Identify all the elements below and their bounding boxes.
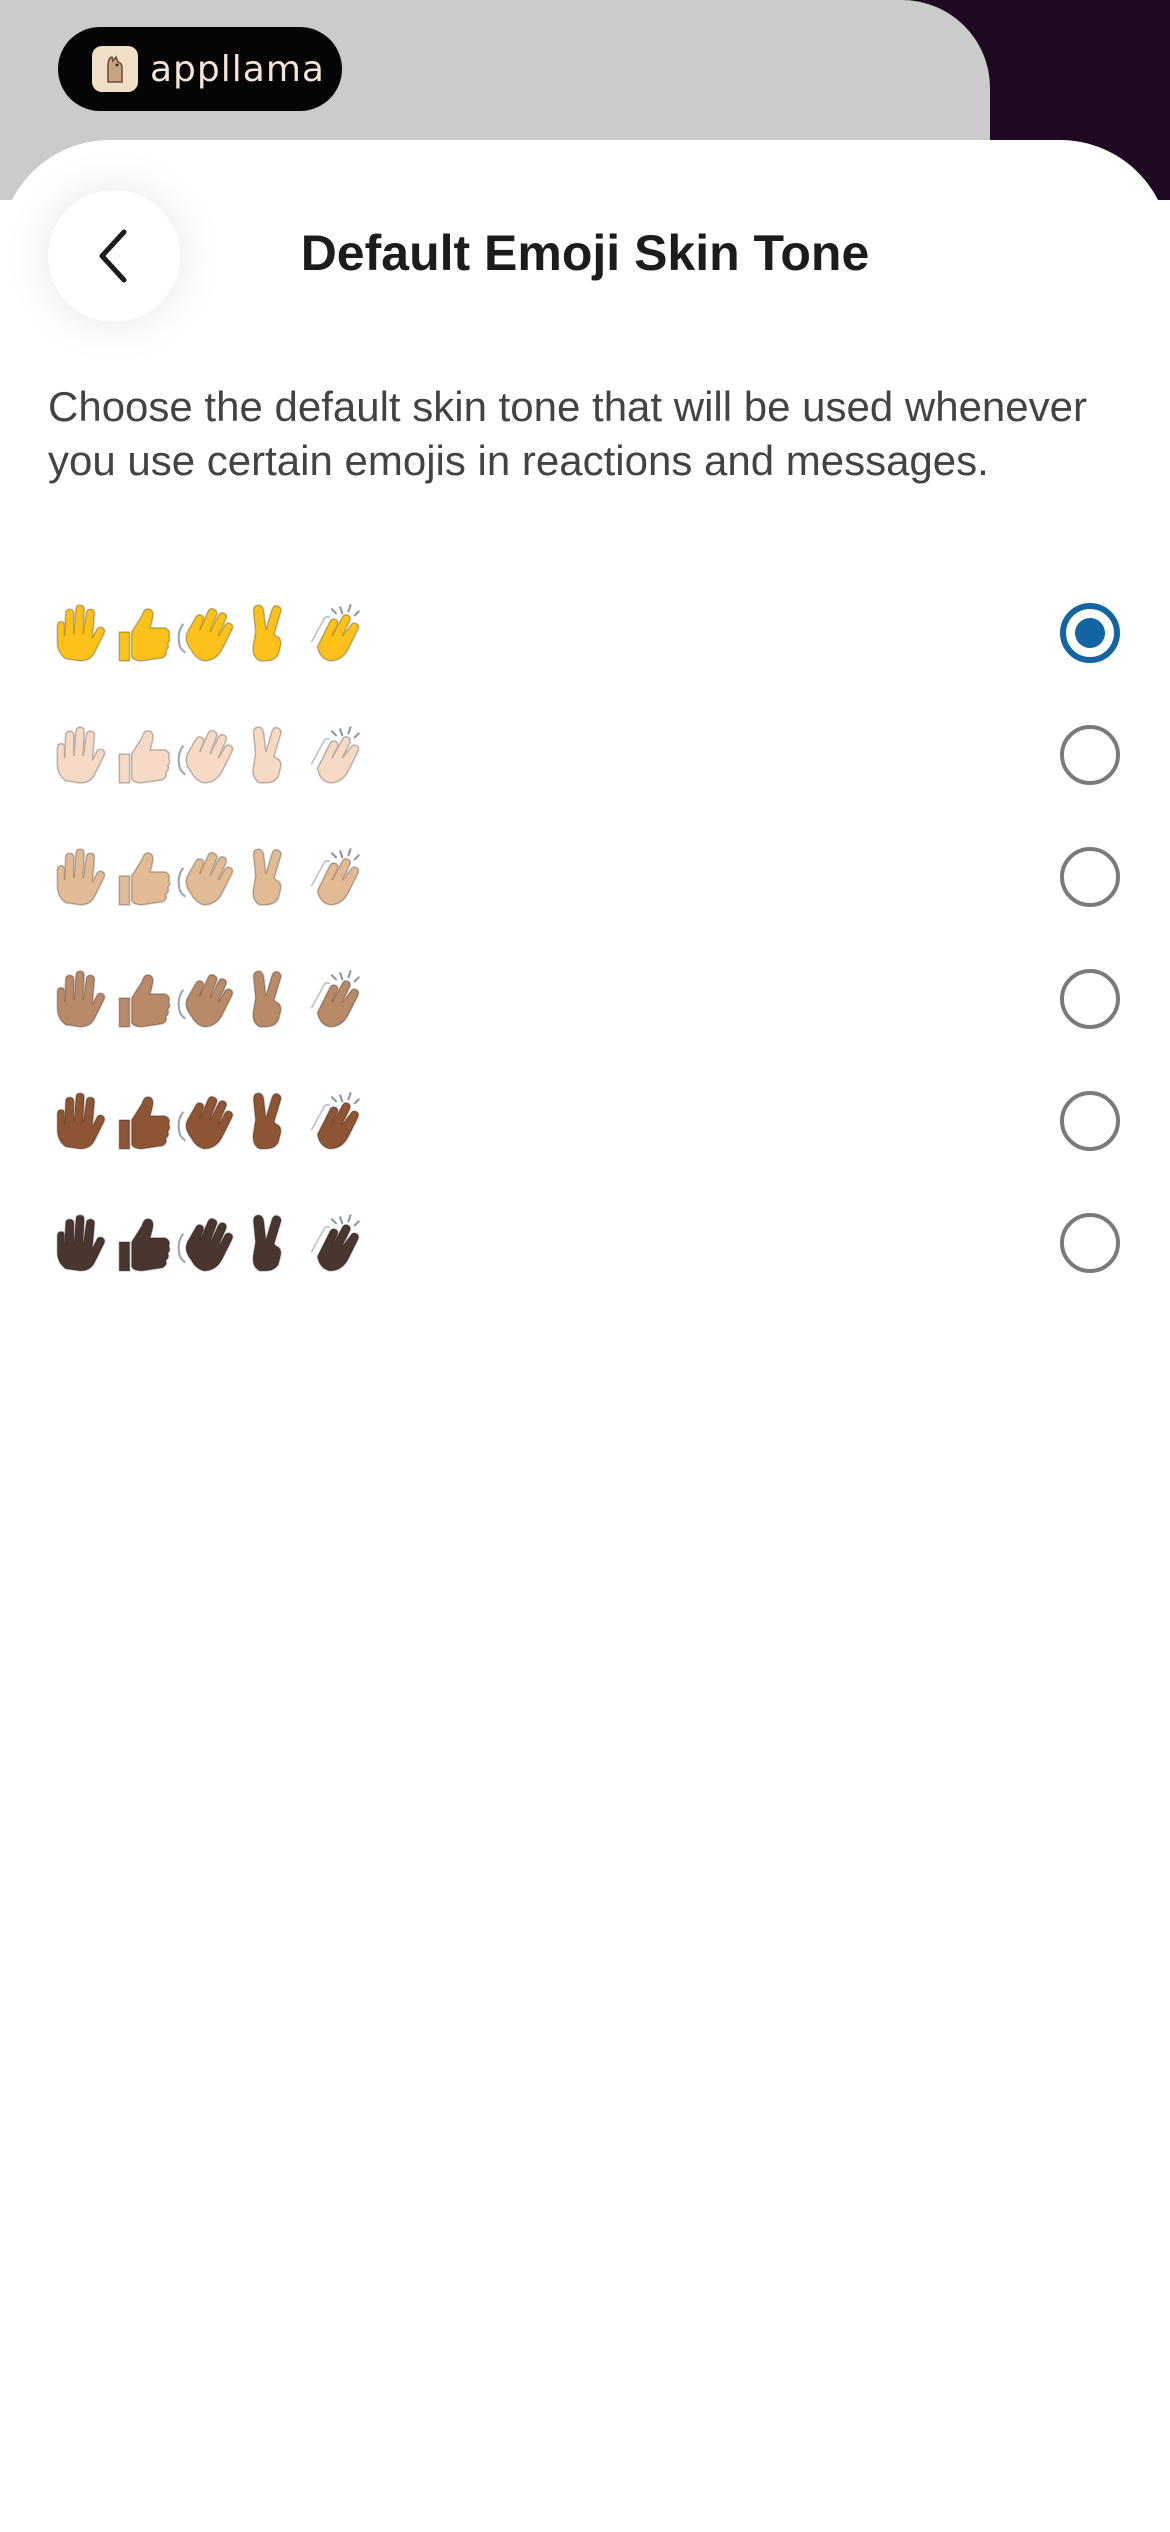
waving-hand-icon: [174, 723, 238, 787]
thumbs-up-icon: [110, 601, 174, 665]
settings-sheet: [0, 140, 1170, 2532]
thumbs-up-icon: [110, 1089, 174, 1153]
brand-badge: appllama: [58, 27, 342, 111]
emoji-preview-group: [46, 594, 366, 672]
emoji-preview-group: [46, 1204, 366, 1282]
clapping-hands-icon: [302, 601, 366, 665]
waving-hand-icon: [174, 1089, 238, 1153]
thumbs-up-icon: [110, 967, 174, 1031]
skin-tone-option-medium[interactable]: [0, 938, 1170, 1060]
description-text: Choose the default skin tone that will b…: [48, 383, 1087, 484]
clapping-hands-icon: [302, 723, 366, 787]
waving-hand-icon: [174, 845, 238, 909]
waving-hand-icon: [174, 1211, 238, 1275]
clapping-hands-icon: [302, 967, 366, 1031]
raised-hand-icon: [46, 1089, 110, 1153]
emoji-preview-group: [46, 1082, 366, 1160]
waving-hand-icon: [174, 601, 238, 665]
radio-button[interactable]: [1060, 969, 1120, 1029]
thumbs-up-icon: [110, 1211, 174, 1275]
emoji-preview-group: [46, 716, 366, 794]
clapping-hands-icon: [302, 845, 366, 909]
waving-hand-icon: [174, 967, 238, 1031]
page-title: Default Emoji Skin Tone: [300, 225, 870, 281]
radio-button[interactable]: [1060, 725, 1120, 785]
skin-tone-options: [0, 572, 1170, 1304]
radio-button-selected[interactable]: [1060, 603, 1120, 663]
skin-tone-option-default[interactable]: [0, 572, 1170, 694]
raised-hand-icon: [46, 1211, 110, 1275]
radio-button[interactable]: [1060, 1213, 1120, 1273]
raised-hand-icon: [46, 967, 110, 1031]
skin-tone-option-medium-dark[interactable]: [0, 1060, 1170, 1182]
raised-hand-icon: [46, 845, 110, 909]
emoji-preview-group: [46, 838, 366, 916]
skin-tone-option-medium-light[interactable]: [0, 816, 1170, 938]
victory-hand-icon: [238, 1089, 302, 1153]
skin-tone-option-light[interactable]: [0, 694, 1170, 816]
raised-hand-icon: [46, 723, 110, 787]
victory-hand-icon: [238, 723, 302, 787]
victory-hand-icon: [238, 967, 302, 1031]
llama-logo-icon: [92, 46, 138, 92]
victory-hand-icon: [238, 1211, 302, 1275]
raised-hand-icon: [46, 601, 110, 665]
thumbs-up-icon: [110, 845, 174, 909]
clapping-hands-icon: [302, 1089, 366, 1153]
radio-button[interactable]: [1060, 1091, 1120, 1151]
victory-hand-icon: [238, 601, 302, 665]
emoji-preview-group: [46, 960, 366, 1038]
clapping-hands-icon: [302, 1211, 366, 1275]
thumbs-up-icon: [110, 723, 174, 787]
skin-tone-option-dark[interactable]: [0, 1182, 1170, 1304]
radio-button[interactable]: [1060, 847, 1120, 907]
victory-hand-icon: [238, 845, 302, 909]
brand-name: appllama: [150, 48, 325, 90]
